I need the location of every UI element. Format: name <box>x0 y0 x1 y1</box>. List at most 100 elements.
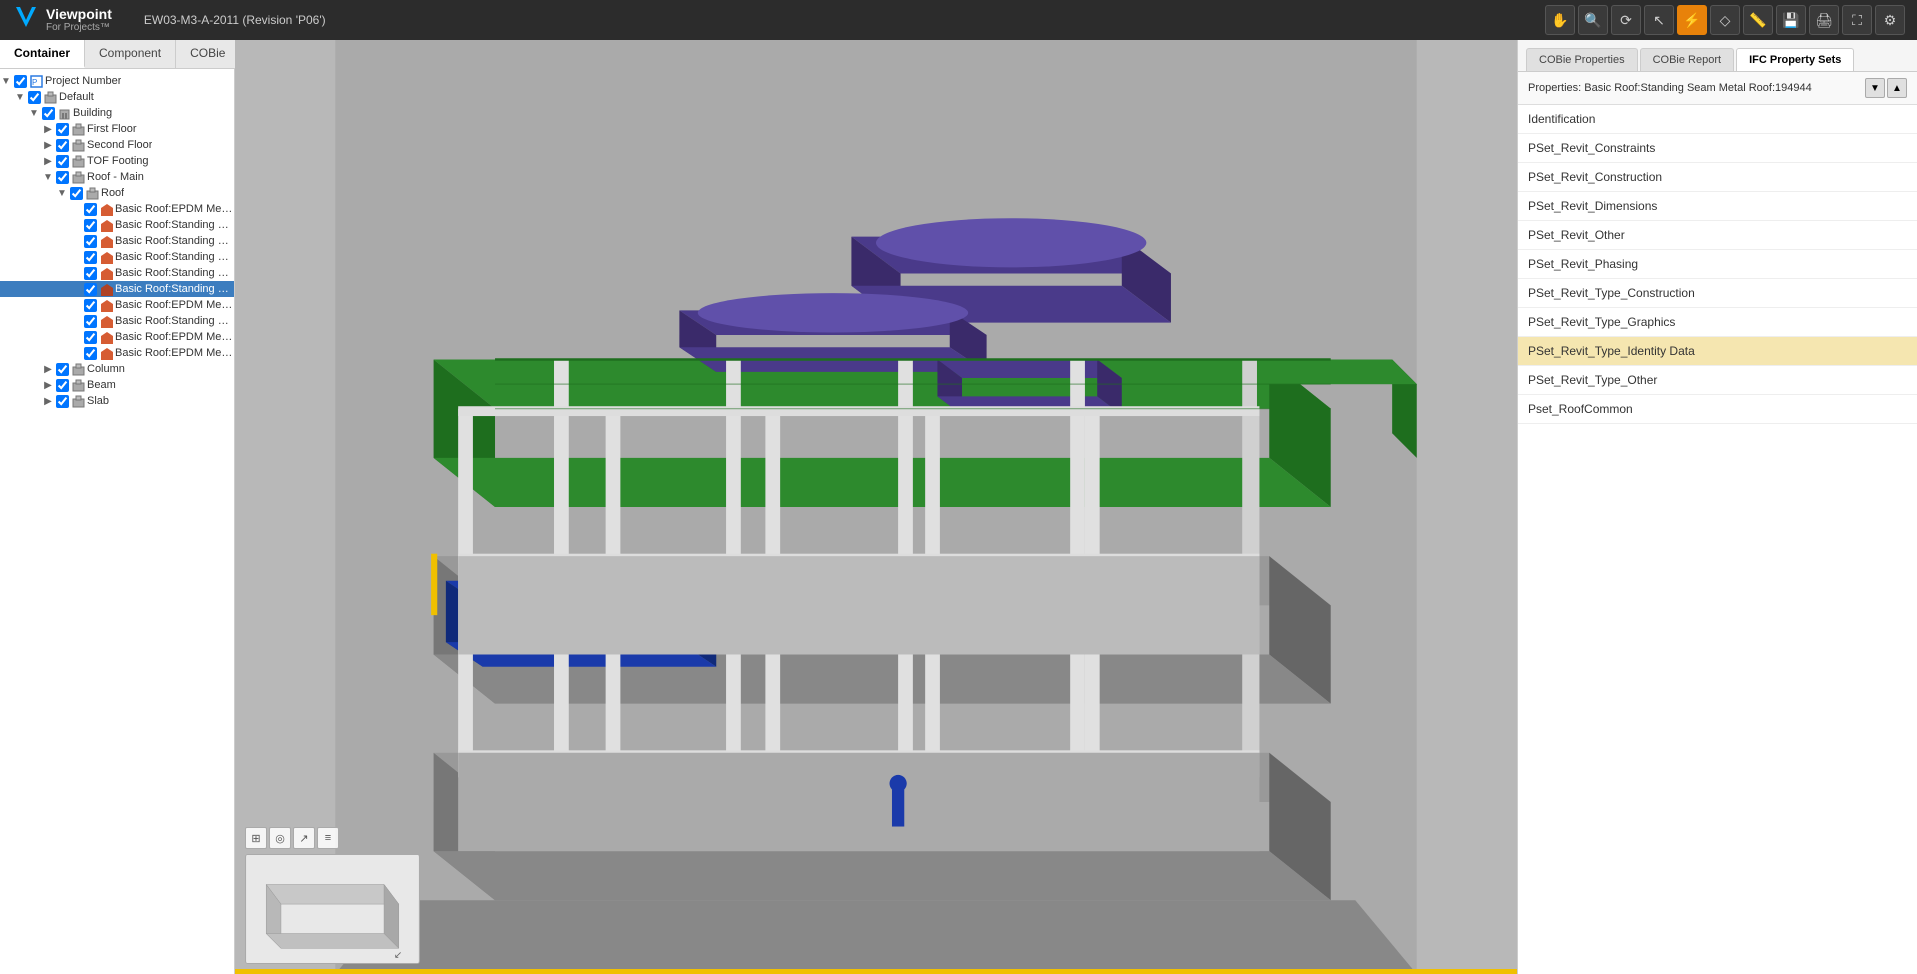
mini-map-toolbar: ⊞◎↗≡ <box>245 827 339 849</box>
tab-cobie[interactable]: COBie <box>176 40 240 68</box>
property-set-row[interactable]: Pset_RoofCommon <box>1518 395 1917 424</box>
property-list[interactable]: IdentificationPSet_Revit_ConstraintsPSet… <box>1518 105 1917 974</box>
tree-node[interactable]: Basic Roof:Standing Seam Met... <box>0 249 234 265</box>
tree-toggle-icon[interactable]: ▼ <box>0 76 12 87</box>
tab-component[interactable]: Component <box>85 40 176 68</box>
tree-checkbox[interactable] <box>28 91 41 104</box>
tree-toggle-icon[interactable]: ▼ <box>42 172 54 183</box>
mini-map-mm-btn3-button[interactable]: ↗ <box>293 827 315 849</box>
property-set-row[interactable]: PSet_Revit_Type_Other <box>1518 366 1917 395</box>
tree-checkbox[interactable] <box>56 395 69 408</box>
tree-icon-floor <box>71 170 85 184</box>
collapse-button[interactable]: ▼ <box>1865 78 1885 98</box>
property-set-row[interactable]: PSet_Revit_Construction <box>1518 163 1917 192</box>
tree-node[interactable]: ▶TOF Footing <box>0 153 234 169</box>
tree-label: Basic Roof:Standing Seam Met... <box>115 251 234 263</box>
tree-toggle-icon[interactable]: ▶ <box>42 396 54 407</box>
mini-map-mm-btn1-button[interactable]: ⊞ <box>245 827 267 849</box>
tree-node[interactable]: ▼ Building <box>0 105 234 121</box>
3d-viewport[interactable]: ⊞◎↗≡ ↙ <box>235 40 1517 974</box>
tree-node[interactable]: ▼Roof - Main <box>0 169 234 185</box>
property-set-row[interactable]: PSet_Revit_Type_Construction <box>1518 279 1917 308</box>
tree-checkbox[interactable] <box>84 235 97 248</box>
tree-node[interactable]: ▼PProject Number <box>0 73 234 89</box>
toolbar-fullscreen-button[interactable]: ⛶ <box>1842 5 1872 35</box>
property-set-row[interactable]: PSet_Revit_Constraints <box>1518 134 1917 163</box>
tree-label: Roof <box>101 187 124 199</box>
tree-node[interactable]: Basic Roof:Standing Seam Met... <box>0 217 234 233</box>
tree-checkbox[interactable] <box>42 107 55 120</box>
tree-node[interactable]: ▼ Roof <box>0 185 234 201</box>
tree-checkbox[interactable] <box>56 379 69 392</box>
tree-label: Basic Roof:Standing Seam Met... <box>115 315 234 327</box>
tree-checkbox[interactable] <box>56 139 69 152</box>
toolbar-print-button[interactable]: 🖨 <box>1809 5 1839 35</box>
tree-node[interactable]: Basic Roof:Standing Seam Met... <box>0 233 234 249</box>
tree-node[interactable]: ▶ Beam <box>0 377 234 393</box>
mini-map-mm-btn4-button[interactable]: ≡ <box>317 827 339 849</box>
tree-checkbox[interactable] <box>84 331 97 344</box>
property-set-row[interactable]: Identification <box>1518 105 1917 134</box>
tree-node[interactable]: ▶First Floor <box>0 121 234 137</box>
tab-container[interactable]: Container <box>0 40 85 68</box>
tree-toggle-icon[interactable]: ▶ <box>42 124 54 135</box>
tree-toggle-icon[interactable]: ▼ <box>28 108 40 119</box>
toolbar-pan-button[interactable]: ✋ <box>1545 5 1575 35</box>
toolbar-save-button[interactable]: 💾 <box>1776 5 1806 35</box>
tree-node[interactable]: Basic Roof:EPDM Membrane o... <box>0 345 234 361</box>
property-set-row[interactable]: PSet_Revit_Phasing <box>1518 250 1917 279</box>
toolbar-zoom-button[interactable]: 🔍 <box>1578 5 1608 35</box>
toolbar-walk-button[interactable]: ⚡ <box>1677 5 1707 35</box>
toolbar-settings-button[interactable]: ⚙ <box>1875 5 1905 35</box>
mini-map-mm-btn2-button[interactable]: ◎ <box>269 827 291 849</box>
tree-node[interactable]: Basic Roof:Standing Seam Met... <box>0 281 234 297</box>
toolbar-measure-button[interactable]: 📏 <box>1743 5 1773 35</box>
tree-toggle-icon[interactable]: ▶ <box>42 364 54 375</box>
tree-node[interactable]: Basic Roof:EPDM Membrane o... <box>0 329 234 345</box>
tree-toggle-icon[interactable]: ▶ <box>42 380 54 391</box>
tree-checkbox[interactable] <box>84 299 97 312</box>
property-set-row[interactable]: PSet_Revit_Type_Graphics <box>1518 308 1917 337</box>
tree-node[interactable]: Basic Roof:EPDM Membrane o... <box>0 297 234 313</box>
tree-node[interactable]: Basic Roof:Standing Seam Met... <box>0 313 234 329</box>
tree-checkbox[interactable] <box>14 75 27 88</box>
tree-checkbox[interactable] <box>56 363 69 376</box>
mini-map[interactable]: ↙ <box>245 854 420 964</box>
right-tab-ifc-property-sets[interactable]: IFC Property Sets <box>1736 48 1854 71</box>
tree-icon-red-shape <box>99 266 113 280</box>
right-tab-cobie-report[interactable]: COBie Report <box>1640 48 1734 71</box>
tree-checkbox[interactable] <box>56 155 69 168</box>
tree-checkbox[interactable] <box>84 347 97 360</box>
tree-checkbox[interactable] <box>84 251 97 264</box>
tree-icon-red-shape <box>99 234 113 248</box>
tree-toggle-icon[interactable]: ▼ <box>56 188 68 199</box>
property-set-row[interactable]: PSet_Revit_Other <box>1518 221 1917 250</box>
tree-node[interactable]: ▶Second Floor <box>0 137 234 153</box>
tree-node[interactable]: Basic Roof:EPDM Membrane o... <box>0 201 234 217</box>
right-tab-cobie-properties[interactable]: COBie Properties <box>1526 48 1638 71</box>
tree-label: Building <box>73 107 112 119</box>
tree-checkbox[interactable] <box>56 171 69 184</box>
tree-checkbox[interactable] <box>84 283 97 296</box>
toolbar-orbit-button[interactable]: ⟳ <box>1611 5 1641 35</box>
tree-node[interactable]: ▶Column <box>0 361 234 377</box>
tree-area[interactable]: ▼PProject Number▼Default▼Building▶First … <box>0 69 234 974</box>
tree-checkbox[interactable] <box>84 267 97 280</box>
toolbar-section-button[interactable]: ◇ <box>1710 5 1740 35</box>
tree-label: Beam <box>87 379 116 391</box>
tree-node[interactable]: ▶Slab <box>0 393 234 409</box>
property-set-row[interactable]: PSet_Revit_Dimensions <box>1518 192 1917 221</box>
tree-checkbox[interactable] <box>56 123 69 136</box>
toolbar-select-button[interactable]: ↖ <box>1644 5 1674 35</box>
tree-toggle-icon[interactable]: ▶ <box>42 140 54 151</box>
tree-node[interactable]: ▼Default <box>0 89 234 105</box>
tree-checkbox[interactable] <box>84 219 97 232</box>
tree-node[interactable]: Basic Roof:Standing Seam Met... <box>0 265 234 281</box>
tree-toggle-icon[interactable]: ▼ <box>14 92 26 103</box>
tree-checkbox[interactable] <box>70 187 83 200</box>
tree-toggle-icon[interactable]: ▶ <box>42 156 54 167</box>
expand-button[interactable]: ▲ <box>1887 78 1907 98</box>
tree-checkbox[interactable] <box>84 203 97 216</box>
tree-checkbox[interactable] <box>84 315 97 328</box>
property-set-row[interactable]: PSet_Revit_Type_Identity Data <box>1518 337 1917 366</box>
